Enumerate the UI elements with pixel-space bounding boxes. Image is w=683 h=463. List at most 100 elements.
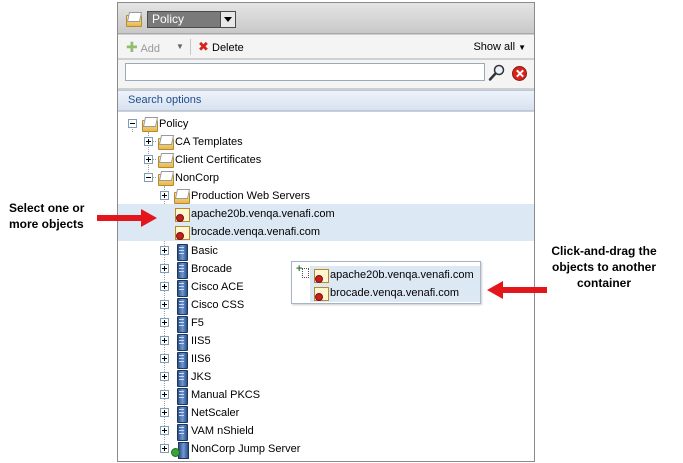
add-label: Add: [140, 43, 161, 55]
delete-label: Delete: [212, 42, 244, 54]
expand-icon[interactable]: [160, 264, 169, 273]
tree-node-label: Basic: [191, 245, 218, 257]
panel-titlebar: Policy: [118, 3, 534, 34]
expand-icon[interactable]: [160, 191, 169, 200]
folder-icon: [157, 170, 174, 186]
expand-icon[interactable]: [160, 426, 169, 435]
tree-node-cert-brocade[interactable]: brocade.venqa.venafi.com: [118, 223, 418, 241]
delete-button[interactable]: ✖ Delete: [198, 39, 244, 55]
tree-node-device[interactable]: Manual PKCS: [118, 386, 318, 405]
delete-icon: ✖: [198, 39, 209, 54]
expand-icon[interactable]: [144, 155, 153, 164]
add-button[interactable]: ✚ Add: [126, 39, 160, 55]
search-input[interactable]: [125, 63, 485, 81]
tree-node-device[interactable]: IIS6: [118, 350, 318, 369]
expand-icon[interactable]: [160, 444, 169, 453]
arrow-left-icon: [487, 281, 547, 299]
tree-node-client-certificates[interactable]: Client Certificates: [118, 151, 368, 169]
collapse-icon[interactable]: [128, 119, 137, 128]
drag-preview: apache20b.venqa.venafi.com brocade.venqa…: [291, 261, 481, 304]
policy-tree-select[interactable]: Policy: [147, 11, 236, 28]
drag-add-icon: [296, 263, 309, 278]
tree-node-label: VAM nShield: [191, 425, 254, 437]
tree-node-label: CA Templates: [175, 136, 243, 148]
tree-node-policy[interactable]: Policy: [118, 115, 318, 133]
tree-node-device[interactable]: Brocade: [118, 260, 318, 279]
tree-node-label: IIS6: [191, 353, 211, 365]
arrow-shaft: [97, 215, 143, 221]
chevron-down-icon[interactable]: [220, 12, 235, 27]
expand-icon[interactable]: [160, 354, 169, 363]
expand-icon[interactable]: [160, 300, 169, 309]
certificate-icon: [312, 285, 329, 301]
drag-item: apache20b.venqa.venafi.com: [310, 266, 480, 284]
device-icon: [173, 351, 190, 369]
tree-node-label: Production Web Servers: [191, 190, 311, 202]
search-options-toggle[interactable]: Search options: [118, 90, 534, 111]
tree-node-label: apache20b.venqa.venafi.com: [191, 208, 335, 220]
tree-node-device[interactable]: IIS5: [118, 332, 318, 351]
device-icon: [173, 369, 190, 387]
arrow-head: [141, 209, 157, 227]
expand-icon[interactable]: [160, 408, 169, 417]
jump-server-icon: [171, 441, 189, 459]
expand-icon[interactable]: [160, 372, 169, 381]
device-icon: [173, 243, 190, 261]
plus-icon: ✚: [126, 39, 138, 55]
drag-item: brocade.venqa.venafi.com: [310, 284, 480, 302]
add-dropdown-arrow-icon[interactable]: ▼: [176, 39, 184, 55]
clear-search-icon[interactable]: [512, 66, 527, 81]
device-icon: [173, 261, 190, 279]
show-all-arrow-icon: ▼: [518, 43, 526, 52]
show-all-button[interactable]: Show all ▼: [473, 39, 526, 55]
tree-node-device[interactable]: Cisco CSS: [118, 296, 318, 315]
annotation-drag: Click-and-drag the objects to another co…: [551, 244, 657, 290]
page: Policy ✚ Add ▼ ✖ Delete Show all ▼ Search…: [0, 0, 683, 463]
expand-icon[interactable]: [160, 390, 169, 399]
certificate-icon: [173, 206, 190, 222]
folder-icon: [157, 152, 174, 168]
toolbar-separator: [190, 39, 191, 55]
policy-tree-select-value: Policy: [152, 12, 185, 26]
search-row: [118, 60, 534, 88]
certificate-icon: [173, 224, 190, 240]
tree-node-production-web-servers[interactable]: Production Web Servers: [118, 187, 418, 205]
expand-icon[interactable]: [144, 137, 153, 146]
tree-node-label: brocade.venqa.venafi.com: [191, 226, 321, 238]
tree-node-cert-apache20b[interactable]: apache20b.venqa.venafi.com: [118, 205, 418, 223]
arrow-shaft: [501, 287, 547, 293]
tree-node-noncorp[interactable]: NonCorp: [118, 169, 368, 187]
tree-node-label: Manual PKCS: [191, 389, 261, 401]
policy-folder-icon: [125, 11, 143, 27]
device-icon: [173, 387, 190, 405]
expand-icon[interactable]: [160, 318, 169, 327]
collapse-icon[interactable]: [144, 173, 153, 182]
arrow-right-icon: [97, 209, 157, 227]
policy-panel: Policy ✚ Add ▼ ✖ Delete Show all ▼ Search…: [117, 2, 535, 462]
tree-node-device[interactable]: VAM nShield: [118, 422, 318, 441]
tree-node-device[interactable]: JKS: [118, 368, 318, 387]
tree-node-device[interactable]: F5: [118, 314, 318, 333]
tree-node-device[interactable]: Basic: [118, 242, 318, 261]
device-icon: [173, 297, 190, 315]
tree-node-jump-server[interactable]: NonCorp Jump Server: [118, 440, 368, 459]
tree-node-label: Cisco ACE: [191, 281, 244, 293]
expand-icon[interactable]: [160, 282, 169, 291]
tree-node-device[interactable]: Cisco ACE: [118, 278, 318, 297]
tree-node-device[interactable]: NetScaler: [118, 404, 318, 423]
tree-node-label: NonCorp: [175, 172, 220, 184]
drag-item-label: brocade.venqa.venafi.com: [330, 287, 460, 299]
tree-node-label: Brocade: [191, 263, 232, 275]
device-icon: [173, 333, 190, 351]
show-all-label: Show all: [473, 41, 516, 53]
expand-icon[interactable]: [160, 246, 169, 255]
device-icon: [173, 279, 190, 297]
tree-node-label: IIS5: [191, 335, 211, 347]
device-icon: [173, 405, 190, 423]
search-icon[interactable]: [488, 64, 506, 82]
tree-node-label: NonCorp Jump Server: [191, 443, 301, 455]
tree-node-ca-templates[interactable]: CA Templates: [118, 133, 368, 151]
tree-node-label: F5: [191, 317, 204, 329]
expand-icon[interactable]: [160, 336, 169, 345]
tree-node-label: Client Certificates: [175, 154, 262, 166]
